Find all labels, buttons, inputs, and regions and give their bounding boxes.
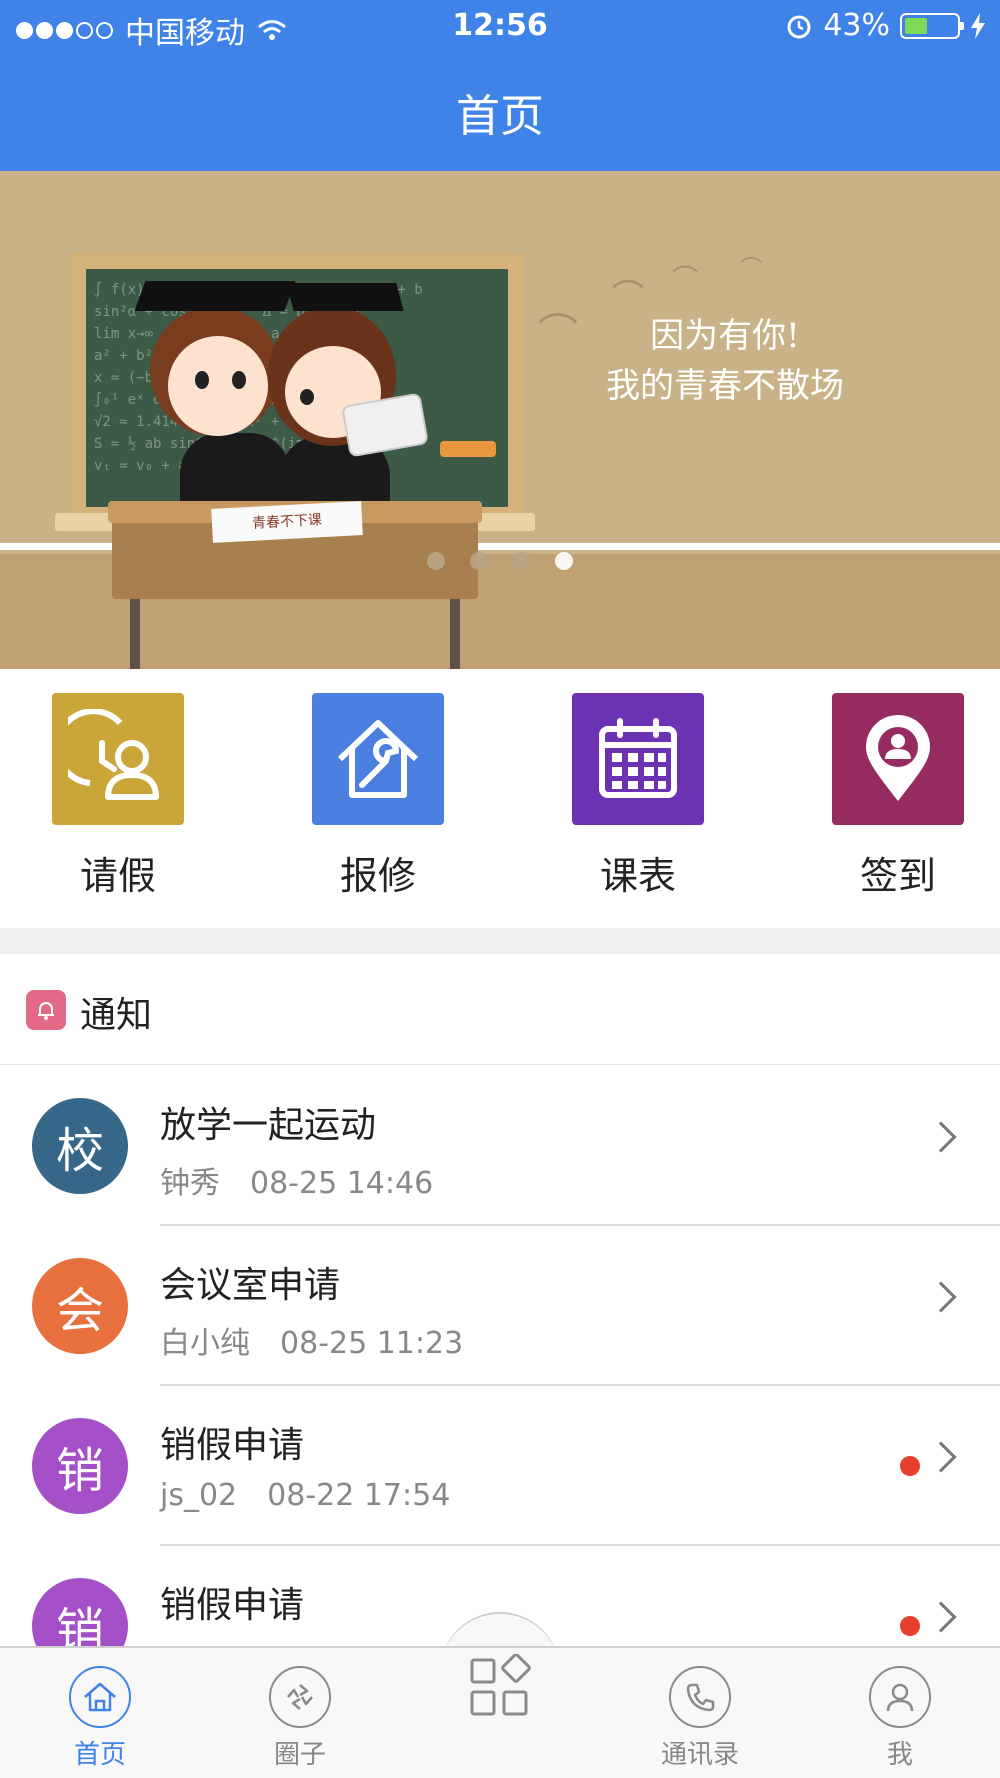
- top-bar: 中国移动 12:56 43% 首页: [0, 0, 1000, 171]
- notice-item[interactable]: 销 销假申请 js_02 08-22 17:54: [0, 1386, 1000, 1546]
- notice-item[interactable]: 会 会议室申请 白小纯 08-25 11:23: [0, 1226, 1000, 1386]
- tab-me[interactable]: 我: [840, 1666, 960, 1771]
- quick-action-label: 课表: [599, 854, 676, 898]
- battery-percent: 43%: [823, 8, 890, 43]
- chevron-right-icon: [925, 1601, 957, 1633]
- phone-icon: [669, 1666, 731, 1728]
- aperture-icon: [269, 1666, 331, 1728]
- quick-actions: 请假 报修 课表 签到: [0, 669, 1000, 928]
- leave-clock-person-icon: [68, 709, 159, 800]
- calendar-icon: [599, 718, 677, 798]
- quick-action-repair[interactable]: 报修: [298, 693, 458, 900]
- bird-icon: ⌒: [672, 265, 699, 295]
- bell-icon: [26, 990, 66, 1030]
- eraser-illustration: [440, 441, 496, 457]
- section-divider: [0, 928, 1000, 954]
- avatar: 校: [32, 1098, 128, 1194]
- page-title: 首页: [456, 91, 544, 142]
- avatar: 会: [32, 1258, 128, 1354]
- avatar: 销: [32, 1418, 128, 1514]
- charging-bolt-icon: [971, 12, 985, 39]
- notice-author: js_02: [160, 1478, 238, 1513]
- tab-label: 通讯录: [660, 1740, 739, 1770]
- alarm-icon: [787, 15, 811, 38]
- carousel-page-indicator[interactable]: [0, 552, 1000, 582]
- tab-contacts[interactable]: 通讯录: [640, 1666, 760, 1771]
- notice-meta: js_02 08-22 17:54: [160, 1478, 450, 1513]
- tab-label: 我: [886, 1740, 913, 1770]
- tab-label: 圈子: [273, 1740, 326, 1770]
- person-icon: [869, 1666, 931, 1728]
- notice-item[interactable]: 校 放学一起运动 钟秀 08-25 14:46: [0, 1066, 1000, 1226]
- carousel-dot[interactable]: [470, 552, 488, 570]
- chevron-right-icon: [925, 1441, 957, 1473]
- quick-action-checkin[interactable]: 签到: [818, 693, 978, 900]
- notice-time: 08-25 11:23: [280, 1326, 464, 1361]
- quick-action-label: 请假: [79, 854, 156, 898]
- carousel-dot[interactable]: [427, 552, 445, 570]
- quick-action-label: 签到: [859, 854, 936, 898]
- quick-action-timetable[interactable]: 课表: [558, 693, 718, 900]
- notice-section-header: 通知: [0, 954, 1000, 1065]
- notice-title: 放学一起运动: [160, 1105, 377, 1146]
- tab-home[interactable]: 首页: [40, 1666, 160, 1771]
- carousel-dot[interactable]: [513, 552, 531, 570]
- notice-title: 销假申请: [160, 1425, 305, 1466]
- notice-author: 钟秀: [160, 1166, 220, 1201]
- notice-meta: 白小纯 08-25 11:23: [160, 1318, 463, 1362]
- app-grid-icon[interactable]: [468, 1654, 532, 1718]
- bird-icon: ⌒: [740, 257, 763, 282]
- unread-dot: [900, 1616, 920, 1636]
- banner-slogan: 因为有你! 我的青春不散场: [606, 316, 844, 406]
- notice-section-title: 通知: [80, 995, 153, 1036]
- status-bar: 中国移动 12:56 43%: [0, 0, 1000, 54]
- notice-meta: 钟秀 08-25 14:46: [160, 1158, 433, 1202]
- house-wrench-icon: [337, 720, 419, 798]
- location-pin-icon: [866, 715, 930, 801]
- battery-icon: [900, 12, 964, 39]
- tab-label: 首页: [73, 1740, 126, 1770]
- notice-author: 白小纯: [160, 1326, 250, 1361]
- unread-dot: [900, 1456, 920, 1476]
- notice-title: 会议室申请: [160, 1265, 341, 1306]
- chevron-right-icon: [925, 1121, 957, 1153]
- quick-action-leave[interactable]: 请假: [38, 693, 198, 900]
- tab-circle[interactable]: 圈子: [240, 1666, 360, 1771]
- carousel-dot-active[interactable]: [555, 552, 573, 570]
- home-icon: [69, 1666, 131, 1728]
- chevron-right-icon: [925, 1281, 957, 1313]
- banner-carousel[interactable]: ∫ f(x)dx = x² + C √(a+b) y = kx + bsin²α…: [0, 171, 1000, 669]
- notice-time: 08-25 14:46: [250, 1166, 434, 1201]
- quick-action-label: 报修: [339, 854, 416, 898]
- notice-time: 08-22 17:54: [267, 1478, 451, 1513]
- notice-title: 销假申请: [160, 1585, 305, 1626]
